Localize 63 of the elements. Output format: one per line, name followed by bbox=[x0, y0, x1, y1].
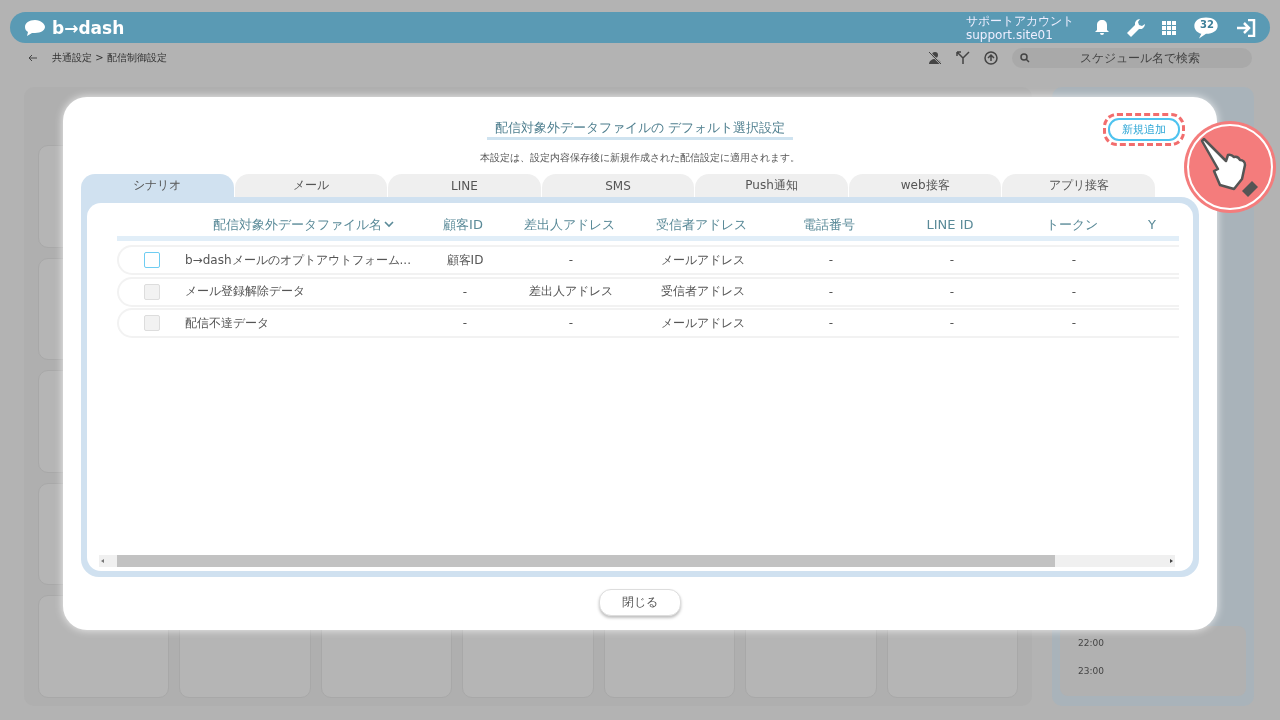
table-cell-text: - bbox=[948, 253, 956, 267]
scroll-left-icon[interactable] bbox=[99, 557, 107, 565]
time-label: 23:00 bbox=[1078, 666, 1105, 676]
table-cell-text: 顧客ID bbox=[445, 251, 485, 269]
column-header[interactable]: 顧客ID bbox=[423, 215, 503, 234]
chevron-icon bbox=[383, 221, 394, 228]
time-label: 22:00 bbox=[1078, 638, 1105, 648]
column-header[interactable]: トークン bbox=[1009, 215, 1135, 234]
column-header[interactable]: 差出人アドレス bbox=[503, 215, 635, 234]
table-cell-text: - bbox=[1070, 284, 1078, 299]
scroll-right-icon[interactable] bbox=[1167, 557, 1175, 565]
table-cell-text: - bbox=[461, 284, 469, 299]
table-cell-text: メール登録解除データ bbox=[185, 283, 306, 300]
tab[interactable]: メール bbox=[234, 174, 388, 197]
column-header[interactable]: 受信者アドレス bbox=[635, 215, 767, 234]
breadcrumb: 共通設定 > 配信制御設定 bbox=[52, 51, 167, 65]
search-icon bbox=[1020, 53, 1030, 63]
table-cell-text: 配信不達データ bbox=[185, 314, 270, 332]
table-cell-text: - bbox=[1070, 316, 1078, 330]
dialog-note: 本設定は、設定内容保存後に新規作成された配信設定に適用されます。 bbox=[480, 152, 800, 165]
column-header[interactable]: LINE ID bbox=[891, 217, 1009, 232]
table-cell-text: - bbox=[567, 316, 575, 330]
table-cell-text: 差出人アドレス bbox=[528, 283, 614, 300]
table-cell-text: - bbox=[948, 316, 956, 330]
column-header[interactable]: 電話番号 bbox=[767, 215, 891, 234]
table-cell-text: b→dashメールのオプトアウトフォーム... bbox=[185, 251, 412, 269]
table-cell-text: - bbox=[461, 316, 469, 330]
muted-user-icon[interactable] bbox=[928, 51, 942, 65]
close-button[interactable]: 閉じる bbox=[599, 589, 681, 616]
horizontal-scrollbar[interactable] bbox=[99, 555, 1175, 567]
table-row[interactable]: b→dashメールのオプトアウトフォーム... 顧客ID - メールアドレス - - - bbox=[117, 245, 1179, 275]
speech-bubble-icon bbox=[24, 18, 46, 37]
logout-icon[interactable] bbox=[1236, 18, 1256, 37]
logo[interactable]: b→dash bbox=[52, 17, 125, 38]
account-label: サポートアカウント bbox=[966, 13, 1074, 28]
table-cell-text: - bbox=[827, 253, 835, 267]
grid-icon[interactable] bbox=[1162, 20, 1176, 35]
tab[interactable]: シナリオ bbox=[81, 174, 234, 197]
table-cell-text: - bbox=[1070, 253, 1078, 267]
column-header[interactable]: 配信対象外データファイル名 bbox=[183, 215, 423, 234]
tab[interactable]: SMS bbox=[541, 174, 695, 197]
back-arrow-icon[interactable] bbox=[28, 54, 38, 62]
wrench-icon[interactable] bbox=[1126, 17, 1146, 38]
search-field[interactable]: スケジュール名で検索 bbox=[1012, 48, 1252, 68]
table-cell-text: 受信者アドレス bbox=[660, 283, 746, 300]
bell-icon[interactable] bbox=[1094, 19, 1110, 36]
table-cell-text: メールアドレス bbox=[660, 314, 746, 332]
table-cell-text: - bbox=[827, 316, 835, 330]
table-cell-text: - bbox=[567, 253, 575, 267]
chat-icon[interactable] bbox=[1192, 15, 1220, 40]
dialog-title: 配信対象外データファイルの デフォルト選択設定 bbox=[486, 119, 794, 140]
table-cell-text: - bbox=[948, 284, 956, 299]
tab[interactable]: Push通知 bbox=[695, 174, 848, 197]
column-header[interactable]: Y bbox=[1135, 217, 1169, 232]
tab[interactable]: LINE bbox=[388, 174, 541, 197]
table-cell-text: メールアドレス bbox=[660, 251, 746, 269]
checkbox[interactable] bbox=[144, 252, 160, 268]
account-id: support.site01 bbox=[966, 27, 1054, 42]
chat-count: 32 bbox=[1200, 18, 1214, 30]
table-cell-text: - bbox=[827, 284, 835, 299]
tab[interactable]: アプリ接客 bbox=[1002, 174, 1156, 197]
upload-circle-icon[interactable] bbox=[984, 51, 998, 65]
tab[interactable]: web接客 bbox=[848, 174, 1002, 197]
